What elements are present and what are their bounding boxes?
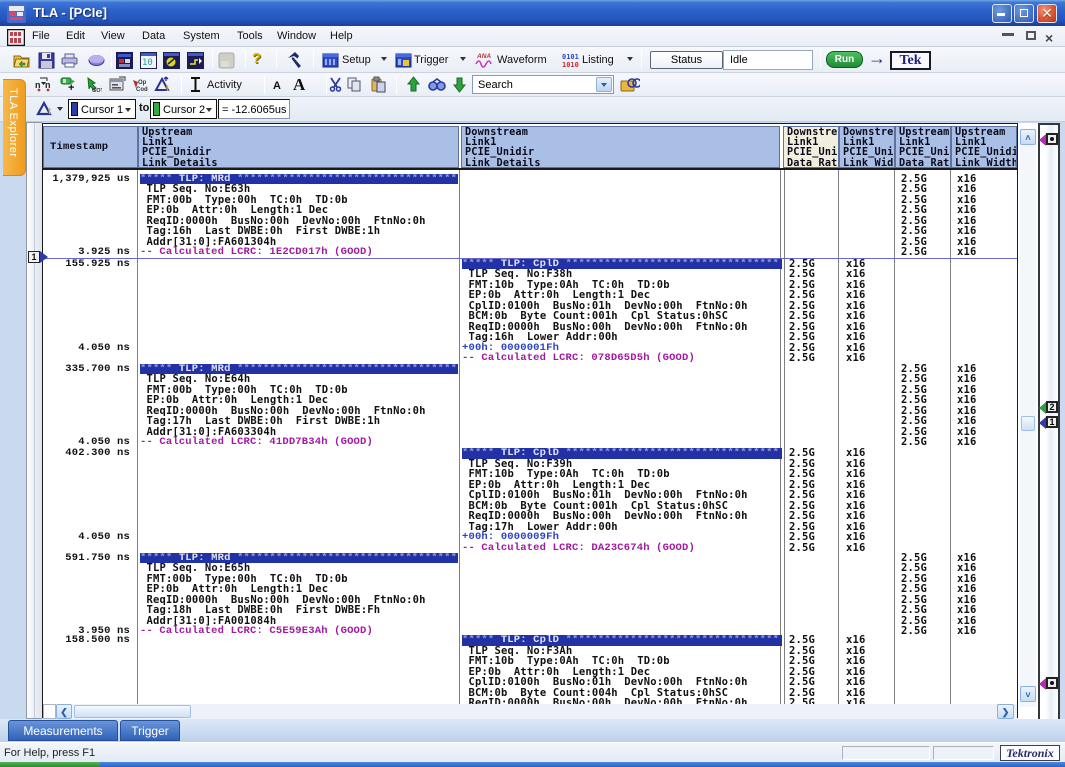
svg-text:n: n	[35, 80, 41, 90]
svg-text:t: t	[48, 106, 51, 116]
svg-text:1010: 1010	[562, 61, 579, 69]
svg-text:+: +	[68, 82, 74, 93]
svg-text:0101: 0101	[562, 53, 579, 61]
svg-text:10: 10	[142, 58, 153, 68]
svg-text:Op: Op	[138, 80, 147, 86]
svg-text:Code: Code	[136, 87, 148, 93]
svg-text:t: t	[166, 84, 169, 93]
svg-text:GOTO: GOTO	[92, 88, 102, 93]
svg-text:ANA: ANA	[476, 53, 491, 60]
svg-text:n: n	[45, 80, 51, 90]
